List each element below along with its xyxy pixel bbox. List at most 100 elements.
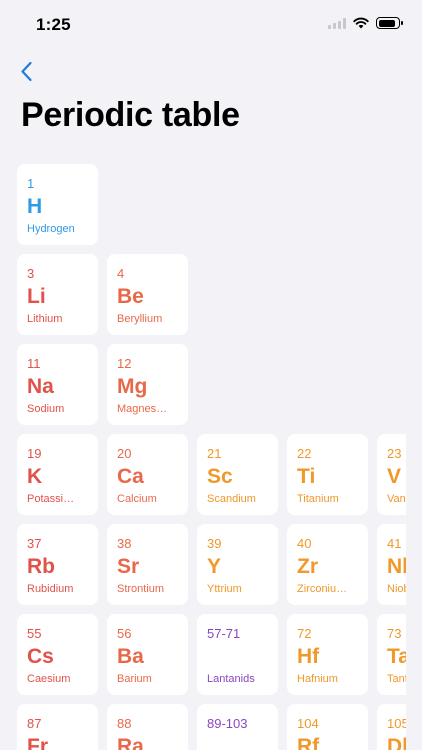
element-cell[interactable]: 87FrFrancium bbox=[17, 704, 98, 750]
element-number: 23 bbox=[387, 446, 402, 461]
element-symbol: Mg bbox=[117, 375, 148, 398]
element-symbol: Sc bbox=[207, 465, 233, 488]
element-number: 19 bbox=[27, 446, 42, 461]
element-number: 55 bbox=[27, 626, 42, 641]
element-number: 4 bbox=[117, 266, 125, 281]
empty-cell bbox=[287, 254, 368, 335]
element-cell[interactable]: 41 Nb Niobium bbox=[377, 524, 406, 605]
element-cell[interactable]: 20 Ca Calcium bbox=[107, 434, 188, 515]
empty-cell bbox=[107, 164, 188, 245]
element-symbol: Zr bbox=[297, 555, 318, 578]
element-cell[interactable]: 23 V Vanadium bbox=[377, 434, 406, 515]
element-cell[interactable]: 73 Ta Tantalum bbox=[377, 614, 406, 695]
element-name: Titanium bbox=[297, 493, 339, 505]
element-number: 56 bbox=[117, 626, 132, 641]
element-cell[interactable]: 40 Zr Zirconiu… bbox=[287, 524, 368, 605]
battery-icon bbox=[376, 17, 403, 29]
element-cell[interactable]: 12 Mg Magnes… bbox=[107, 344, 188, 425]
element-cell[interactable]: 11 Na Sodium bbox=[17, 344, 98, 425]
element-number: 37 bbox=[27, 536, 42, 551]
element-number: 12 bbox=[117, 356, 132, 371]
element-symbol: Y bbox=[207, 555, 222, 578]
element-name: Niobium bbox=[387, 583, 406, 595]
element-cell[interactable]: 19 K Potassi… bbox=[17, 434, 98, 515]
element-symbol: Rb bbox=[27, 555, 55, 578]
empty-cell bbox=[377, 254, 406, 335]
element-number: 40 bbox=[297, 536, 312, 551]
element-name: Tantalum bbox=[387, 673, 406, 685]
periodic-table-grid: 1 H Hydrogen 3 Li Lithium 4 Be Beryllium 11 Na Sodi… bbox=[17, 164, 406, 750]
element-number: 72 bbox=[297, 626, 312, 641]
element-number: 39 bbox=[207, 536, 222, 551]
element-number: 104 bbox=[297, 716, 319, 731]
element-number: 105 bbox=[387, 716, 406, 731]
element-cell[interactable]: 104RfRutherf… bbox=[287, 704, 368, 750]
element-cell[interactable]: 38 Sr Strontium bbox=[107, 524, 188, 605]
element-name: Hydrogen bbox=[27, 223, 75, 235]
element-cell[interactable]: 72 Hf Hafnium bbox=[287, 614, 368, 695]
element-number: 41 bbox=[387, 536, 402, 551]
empty-cell bbox=[377, 164, 406, 245]
element-number: 57-71 bbox=[207, 626, 241, 641]
element-number: 87 bbox=[27, 716, 42, 731]
back-button[interactable] bbox=[14, 56, 44, 88]
element-name: Scandium bbox=[207, 493, 256, 505]
element-cell[interactable]: 88RaRadium bbox=[107, 704, 188, 750]
element-name: Caesium bbox=[27, 673, 71, 685]
element-name: Beryllium bbox=[117, 313, 163, 325]
element-cell[interactable]: 56 Ba Barium bbox=[107, 614, 188, 695]
status-bar: 1:25 bbox=[0, 0, 422, 50]
element-symbol: Ta bbox=[387, 645, 406, 668]
element-symbol: Ra bbox=[117, 735, 144, 750]
element-symbol: H bbox=[27, 195, 43, 218]
element-symbol: Sr bbox=[117, 555, 140, 578]
empty-cell bbox=[197, 344, 278, 425]
element-number: 89-103 bbox=[207, 716, 248, 731]
element-cell[interactable]: 1 H Hydrogen bbox=[17, 164, 98, 245]
element-cell[interactable]: 39 Y Yttrium bbox=[197, 524, 278, 605]
element-symbol: Nb bbox=[387, 555, 406, 578]
element-symbol: Be bbox=[117, 285, 144, 308]
element-cell[interactable]: 22 Ti Titanium bbox=[287, 434, 368, 515]
element-number: 73 bbox=[387, 626, 402, 641]
element-name: Lantanids bbox=[207, 673, 255, 685]
element-cell[interactable]: 21 Sc Scandium bbox=[197, 434, 278, 515]
status-time: 1:25 bbox=[36, 15, 71, 34]
element-number: 21 bbox=[207, 446, 222, 461]
element-name: Potassi… bbox=[27, 493, 75, 505]
element-cell[interactable]: 3 Li Lithium bbox=[17, 254, 98, 335]
element-cell[interactable]: 105DbDubnium bbox=[377, 704, 406, 750]
element-number: 38 bbox=[117, 536, 132, 551]
empty-cell bbox=[287, 344, 368, 425]
element-symbol: Db bbox=[387, 735, 406, 750]
element-number: 20 bbox=[117, 446, 132, 461]
status-icons bbox=[328, 17, 403, 29]
element-name: Barium bbox=[117, 673, 152, 685]
element-symbol: Rf bbox=[297, 735, 320, 750]
element-symbol: Li bbox=[27, 285, 46, 308]
empty-cell bbox=[197, 254, 278, 335]
element-cell[interactable]: 89-103 bbox=[197, 704, 278, 750]
element-cell[interactable]: 4 Be Beryllium bbox=[107, 254, 188, 335]
element-name: Magnes… bbox=[117, 403, 168, 415]
element-number: 22 bbox=[297, 446, 312, 461]
element-symbol: Na bbox=[27, 375, 54, 398]
element-symbol: Hf bbox=[297, 645, 320, 668]
element-name: Strontium bbox=[117, 583, 165, 595]
element-number: 88 bbox=[117, 716, 132, 731]
element-name: Vanadium bbox=[387, 493, 406, 505]
element-symbol: Cs bbox=[27, 645, 54, 668]
element-symbol: Fr bbox=[27, 735, 48, 750]
element-cell[interactable]: 55 Cs Caesium bbox=[17, 614, 98, 695]
element-name: Hafnium bbox=[297, 673, 338, 685]
element-cell[interactable]: 37 Rb Rubidium bbox=[17, 524, 98, 605]
element-symbol: V bbox=[387, 465, 402, 488]
element-symbol: K bbox=[27, 465, 43, 488]
element-number: 3 bbox=[27, 266, 35, 281]
element-cell[interactable]: 57-71 Lantanids bbox=[197, 614, 278, 695]
element-name: Yttrium bbox=[207, 583, 242, 595]
element-number: 1 bbox=[27, 176, 35, 191]
element-name: Rubidium bbox=[27, 583, 74, 595]
page-title: Periodic table bbox=[21, 96, 240, 134]
periodic-table-scroll[interactable]: 1 H Hydrogen 3 Li Lithium 4 Be Beryllium 11 Na Sodi… bbox=[0, 160, 406, 750]
